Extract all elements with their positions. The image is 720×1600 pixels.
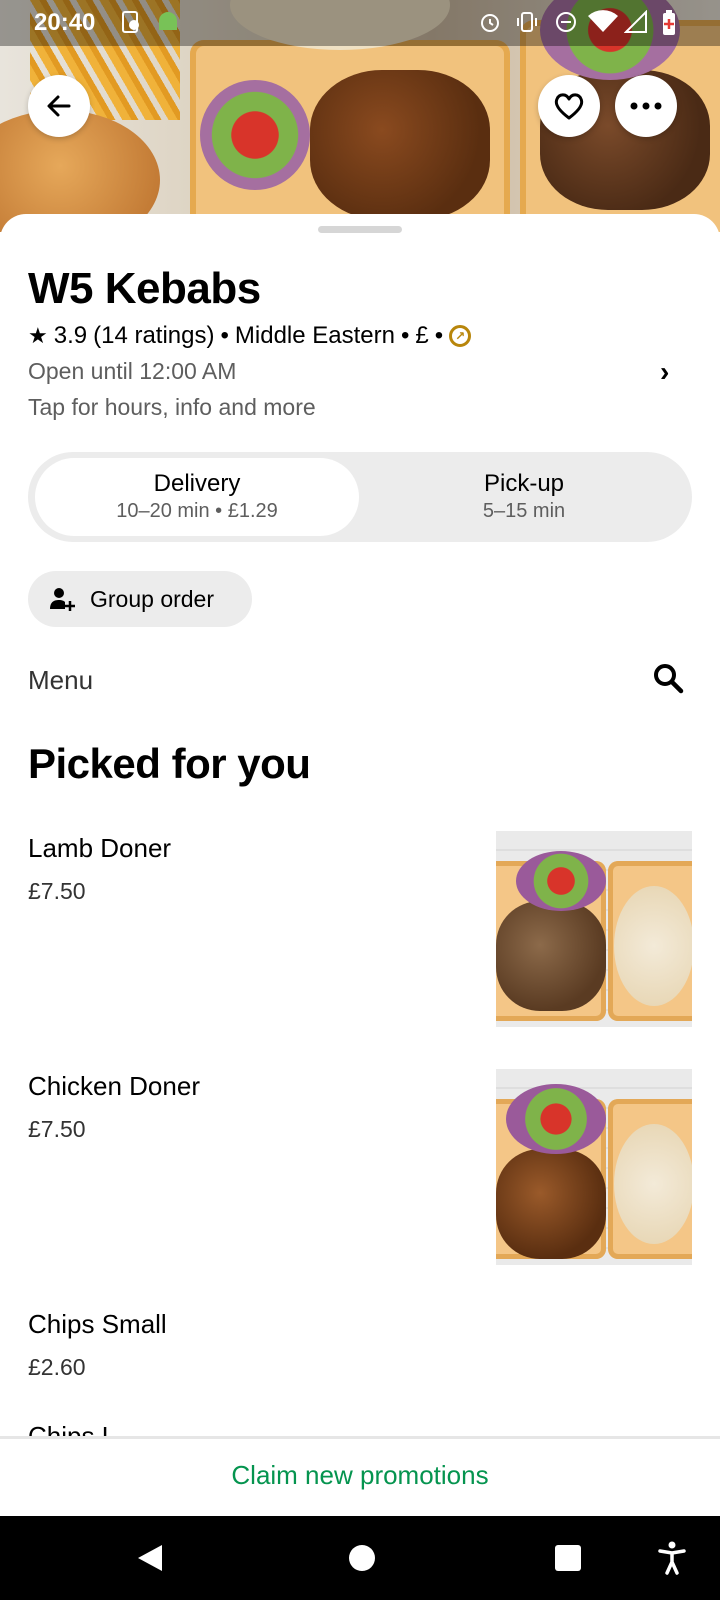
meat-photo-area [310,70,490,220]
store-name: W5 Kebabs [28,264,261,313]
accessibility-icon [658,1541,686,1575]
delivery-option[interactable]: Delivery 10–20 min • £1.29 [35,458,359,536]
salad-shape [506,1084,606,1154]
nav-home-button[interactable] [344,1516,380,1600]
item-name: Chicken Doner [28,1071,200,1101]
store-price-level: £ [415,322,429,349]
heart-icon [554,93,584,120]
alarm-icon [478,10,502,40]
wifi-icon [586,10,620,40]
claim-promotions-button[interactable]: Claim new promotions [0,1436,720,1516]
arrow-left-icon [47,95,71,117]
pickup-detail: 5–15 min [482,500,566,522]
meta-separator: • [220,322,229,349]
meat-shape [496,1149,606,1259]
meta-separator: • [400,322,410,349]
drag-handle[interactable] [318,226,402,233]
fulfillment-toggle: Delivery 10–20 min • £1.29 Pick-up 5–15 … [28,452,692,542]
chevron-right-icon[interactable]: › [660,356,669,388]
menu-item-partial[interactable]: Chips L [28,1424,116,1436]
status-time: 20:40 [34,9,96,36]
item-image [496,831,692,1027]
store-rating: 3.9 [53,322,88,349]
group-order-label: Group order [90,585,215,612]
store-ratings-count: (14 ratings) [93,322,215,349]
search-button[interactable] [652,662,684,699]
star-icon: ★ [28,323,48,348]
item-name: Chips L [28,1424,116,1436]
nav-recents-button[interactable] [552,1516,584,1600]
add-person-icon [50,588,75,611]
menu-label: Menu [28,665,94,695]
home-circle-icon [349,1545,375,1571]
bread-shape [614,1124,692,1244]
pickup-option[interactable]: Pick-up 5–15 min [362,458,686,536]
salad-photo-area [200,80,310,190]
pickup-label: Pick-up [483,470,565,497]
dnd-icon [554,10,578,40]
nav-back-button[interactable] [130,1516,170,1600]
nav-accessibility-button[interactable] [654,1516,690,1600]
more-horizontal-icon [630,102,662,110]
bread-shape [614,886,692,1006]
store-meta-row: ★ 3.9 (14 ratings) • Middle Eastern • £ … [28,322,472,350]
recents-square-icon [555,1545,581,1571]
status-bar: 20:40 [0,0,720,46]
search-icon [654,664,684,694]
vibrate-icon [514,10,540,40]
offer-badge-icon: ↗ [449,325,472,347]
favorite-button[interactable] [538,75,600,137]
store-info-hint[interactable]: Tap for hours, info and more [28,394,316,421]
store-hours[interactable]: Open until 12:00 AM [28,358,236,385]
store-cuisine: Middle Eastern [234,322,395,349]
battery-icon [662,10,676,42]
meat-shape [496,901,606,1011]
item-name: Lamb Doner [28,833,172,863]
section-title: Picked for you [28,740,311,787]
signal-icon [623,9,648,40]
more-options-button[interactable] [615,75,677,137]
sync-icon [120,10,142,40]
item-name: Chips Small [28,1309,167,1339]
back-triangle-icon [138,1545,162,1571]
salad-shape [516,851,606,911]
delivery-label: Delivery [153,470,241,497]
meta-separator: • [434,322,444,349]
item-price: £7.50 [28,878,86,904]
group-order-button[interactable]: Group order [28,571,252,627]
item-image [496,1069,692,1265]
system-nav-bar [0,1516,720,1600]
item-price: £7.50 [28,1116,86,1142]
android-icon [156,10,180,38]
delivery-detail: 10–20 min • £1.29 [116,500,278,522]
item-price: £2.60 [28,1354,86,1380]
back-button[interactable] [28,75,90,137]
